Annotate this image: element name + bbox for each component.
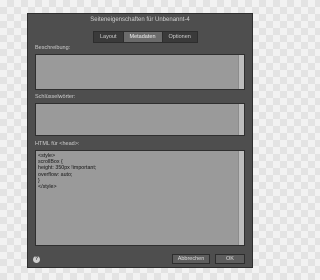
html-head-field[interactable]: <style> scrollBox { height: 350px !impor… [35,150,245,246]
description-scrollbar[interactable] [238,55,244,89]
keywords-scrollbar[interactable] [238,104,244,135]
html-head-code: <style> scrollBox { height: 350px !impor… [38,153,96,190]
description-label: Beschreibung: [35,45,71,51]
cancel-button[interactable]: Abbrechen [172,254,210,264]
keywords-field[interactable] [35,103,245,136]
page-properties-dialog: Seiteneigenschaften für Unbenannt-4 Layo… [27,13,253,268]
ok-button[interactable]: OK [215,254,245,264]
code-line: </style> [38,184,57,191]
tab-bar: Layout Metadaten Optionen [93,31,198,43]
code-line: height: 350px !important; [38,165,97,172]
help-icon[interactable]: ? [33,256,40,263]
description-field[interactable] [35,54,245,90]
keywords-label: Schlüsselwörter: [35,94,76,100]
tab-options[interactable]: Optionen [163,32,197,42]
tab-metadata[interactable]: Metadaten [123,32,163,42]
dialog-title: Seiteneigenschaften für Unbenannt-4 [90,17,190,23]
html-head-scrollbar[interactable] [238,151,244,245]
html-head-label: HTML für <head>: [35,141,80,147]
tab-layout[interactable]: Layout [94,32,124,42]
